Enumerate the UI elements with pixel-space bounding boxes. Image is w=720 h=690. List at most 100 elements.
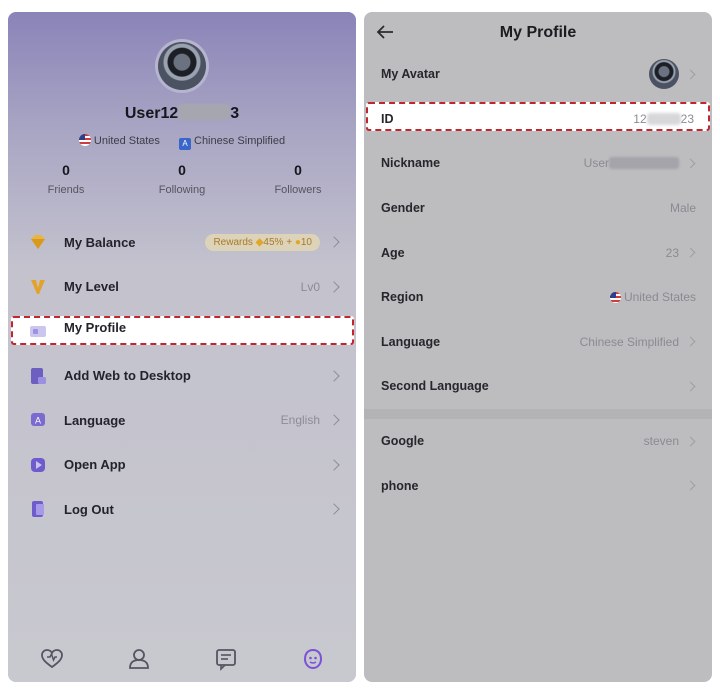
row-language[interactable]: Language Chinese Simplified	[364, 320, 712, 365]
chevron-right-icon	[328, 370, 340, 382]
stat-value: 0	[62, 162, 70, 178]
page-title: My Profile	[499, 24, 577, 41]
row-google[interactable]: Google steven	[364, 419, 712, 464]
menu-item-my-profile[interactable]: My Profile	[8, 309, 356, 354]
menu-item-open-app[interactable]: Open App	[8, 443, 356, 488]
field-label: Nickname	[381, 156, 441, 171]
menu-label: My Profile	[64, 319, 127, 335]
rewards-percent: 45%	[263, 236, 284, 248]
menu-item-language[interactable]: A Language English	[8, 398, 356, 443]
menu-label: Log Out	[64, 501, 114, 517]
username: User12 3	[8, 104, 356, 123]
language-icon: A	[31, 413, 45, 427]
svg-text:A: A	[35, 416, 41, 426]
chevron-right-icon	[685, 336, 696, 347]
stat-label: Friends	[47, 184, 85, 196]
row-nickname[interactable]: Nickname User	[364, 141, 712, 186]
messages-icon[interactable]	[213, 646, 239, 672]
social-stats: 0 Friends 0 Following 0 Followers	[8, 162, 356, 196]
stat-followers[interactable]: 0 Followers	[240, 162, 356, 196]
rewards-badge: Rewards ◆45% + ●10	[205, 233, 320, 251]
country-label: United States	[93, 135, 160, 147]
nickname-value: User	[584, 156, 679, 170]
chevron-right-icon	[685, 436, 696, 446]
stat-label: Following	[158, 184, 206, 196]
menu-item-add-web[interactable]: Add Web to Desktop	[8, 354, 356, 399]
country-badge: United States	[78, 134, 160, 147]
region-text: United States	[623, 290, 696, 305]
us-flag-icon	[609, 292, 621, 304]
chevron-right-icon	[328, 236, 340, 248]
heart-chat-icon[interactable]	[39, 646, 65, 672]
row-region[interactable]: Region United States	[364, 275, 712, 320]
field-label: My Avatar	[381, 67, 440, 82]
section-divider	[364, 408, 712, 419]
menu-value: Lv0	[300, 279, 320, 294]
level-v-icon	[31, 279, 45, 294]
field-value: 23	[665, 245, 679, 260]
nickname-value-start: User	[583, 156, 609, 171]
avatar[interactable]	[158, 42, 206, 90]
row-id[interactable]: ID 12 23	[364, 97, 712, 142]
rewards-number: 10	[300, 236, 312, 248]
rewards-plus: +	[286, 236, 293, 248]
field-label: Google	[381, 434, 425, 449]
field-value: steven	[643, 434, 679, 449]
id-value-start: 12	[633, 111, 647, 126]
field-label: Region	[381, 290, 424, 305]
chevron-right-icon	[328, 503, 340, 515]
logout-icon	[32, 501, 44, 518]
field-label: Age	[381, 245, 405, 260]
menu-item-logout[interactable]: Log Out	[8, 487, 356, 532]
language-label: Chinese Simplified	[194, 135, 286, 147]
my-profile-screen: My Profile My Avatar ID 12 23 Nickname Us…	[364, 12, 712, 682]
diamond-icon	[31, 235, 45, 250]
username-start: User12	[124, 105, 179, 122]
row-phone[interactable]: phone	[364, 463, 712, 508]
username-end: 3	[230, 105, 240, 122]
id-redaction	[646, 112, 681, 125]
chevron-right-icon	[328, 414, 340, 426]
avatar	[649, 59, 679, 90]
profile-tab-icon[interactable]	[300, 646, 326, 672]
field-label: Gender	[381, 201, 425, 216]
field-label: Second Language	[381, 379, 489, 394]
translate-icon: A	[179, 138, 191, 150]
stat-following[interactable]: 0 Following	[124, 162, 240, 196]
stat-value: 0	[178, 162, 186, 178]
menu-label: Open App	[64, 457, 126, 473]
field-value: Chinese Simplified	[579, 334, 679, 349]
profile-fields: My Avatar ID 12 23 Nickname User Gender M…	[364, 52, 712, 508]
profile-menu-screen: User12 3 United States A Chinese Simplifie…	[8, 12, 356, 682]
chevron-right-icon	[328, 459, 340, 471]
row-second-language[interactable]: Second Language	[364, 364, 712, 409]
menu-value: English	[280, 413, 320, 428]
contacts-icon[interactable]	[126, 646, 152, 672]
field-label: Language	[381, 334, 441, 349]
chevron-right-icon	[685, 381, 696, 392]
chevron-right-icon	[685, 158, 696, 169]
row-gender[interactable]: Gender Male	[364, 186, 712, 231]
menu-item-balance[interactable]: My Balance Rewards ◆45% + ●10	[8, 220, 356, 265]
nickname-redaction	[609, 157, 679, 170]
open-app-icon	[31, 457, 45, 472]
stat-value: 0	[294, 162, 302, 178]
menu-item-level[interactable]: My Level Lv0	[8, 265, 356, 310]
menu-label: My Level	[64, 279, 119, 295]
row-age[interactable]: Age 23	[364, 230, 712, 275]
settings-menu: My Balance Rewards ◆45% + ●10 My Level L…	[8, 220, 356, 532]
chevron-right-icon	[685, 480, 696, 491]
row-avatar[interactable]: My Avatar	[364, 52, 712, 97]
username-redaction	[178, 104, 231, 120]
field-label: ID	[381, 111, 394, 126]
us-flag-icon	[78, 134, 91, 146]
field-label: phone	[381, 478, 419, 493]
stat-friends[interactable]: 0 Friends	[8, 162, 124, 196]
field-value: Male	[669, 201, 696, 216]
chevron-right-icon	[685, 69, 696, 80]
profile-card-icon	[30, 326, 46, 338]
menu-label: My Balance	[64, 234, 136, 250]
bottom-navigation	[8, 636, 356, 682]
add-to-desktop-icon	[31, 367, 46, 384]
menu-label: Language	[64, 412, 126, 428]
